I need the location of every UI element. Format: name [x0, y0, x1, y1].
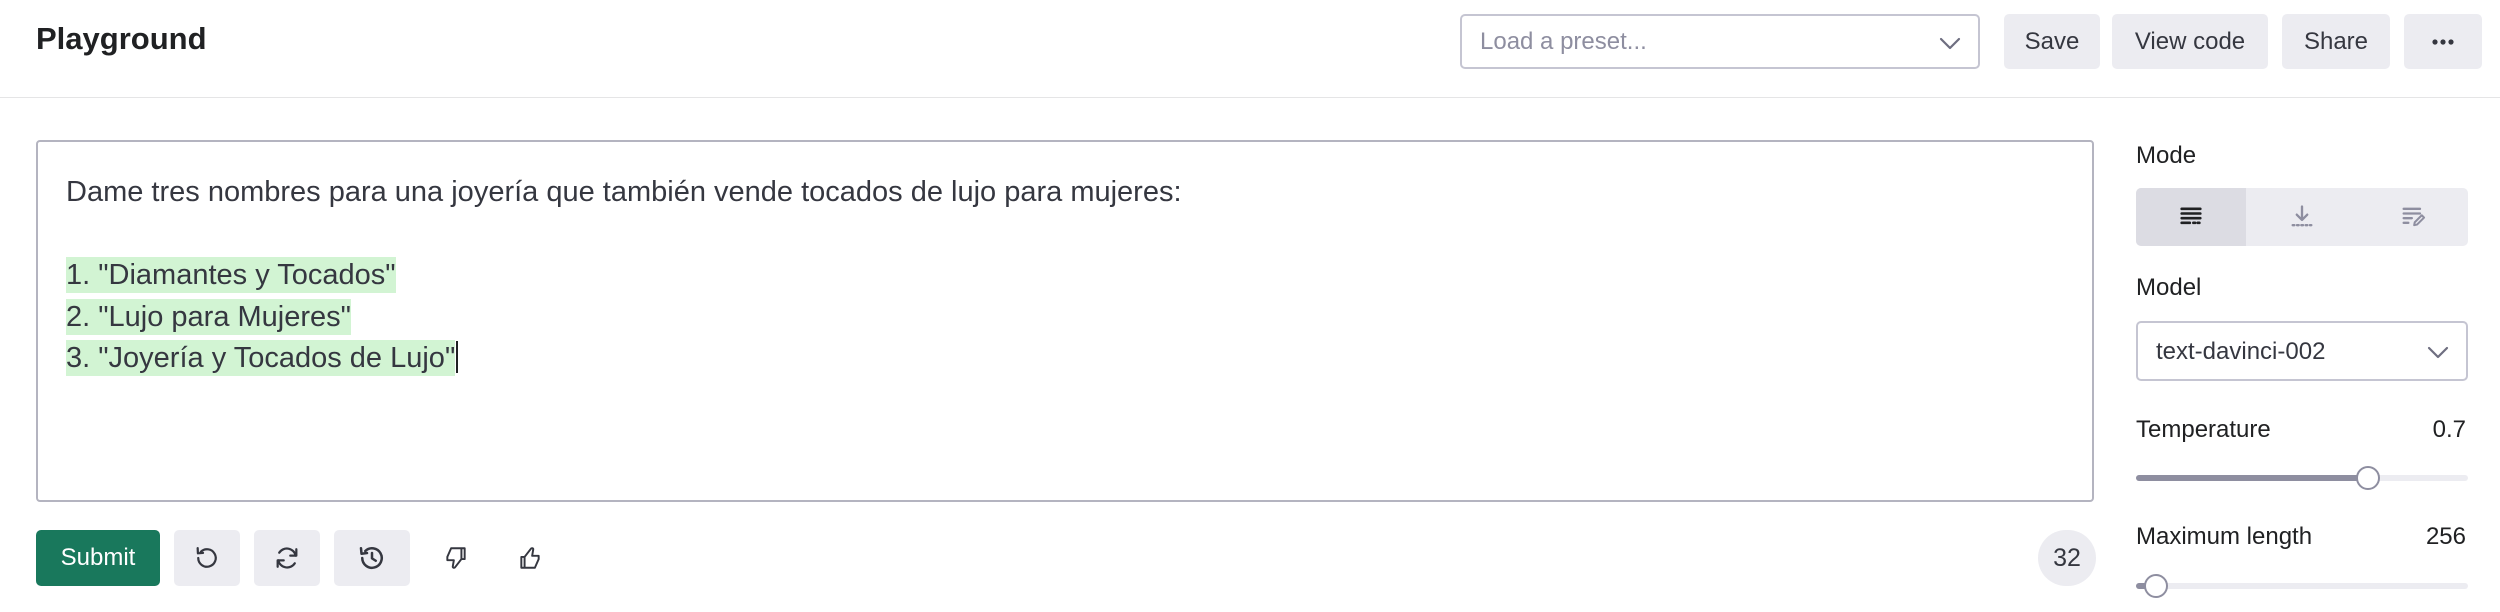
edit-mode-button[interactable] [2358, 188, 2468, 246]
temperature-slider-thumb[interactable] [2356, 466, 2381, 490]
preset-select[interactable]: Load a preset... [1460, 14, 1980, 69]
top-bar: Playground Load a preset... Save View co… [0, 0, 2500, 98]
more-options-button[interactable] [2404, 14, 2482, 69]
maximum-length-slider[interactable] [2136, 574, 2468, 598]
editor-content[interactable]: Dame tres nombres para una joyería que t… [66, 172, 1182, 380]
completion-line: 1. "Diamantes y Tocados" [66, 255, 1182, 297]
submit-button[interactable]: Submit [36, 530, 160, 586]
temperature-label: Temperature [2136, 416, 2271, 443]
undo-icon [196, 546, 217, 568]
complete-mode-icon [2180, 207, 2202, 225]
temperature-value[interactable]: 0.7 [2433, 415, 2466, 445]
model-label: Model [2136, 274, 2202, 301]
text-caret [456, 341, 459, 373]
thumbs-up-icon [520, 547, 540, 569]
completion-text: 2. "Lujo para Mujeres" [66, 298, 351, 335]
completion-line: 3. "Joyería y Tocados de Lujo" [66, 338, 1182, 380]
regenerate-icon [276, 547, 298, 569]
chevron-down-icon [1939, 37, 1961, 50]
complete-mode-button[interactable] [2136, 188, 2246, 246]
ellipsis-icon [2432, 39, 2454, 45]
model-value: text-davinci-002 [2156, 338, 2326, 365]
regenerate-button[interactable] [254, 530, 320, 586]
model-select[interactable]: text-davinci-002 [2136, 321, 2468, 381]
edit-mode-icon [2402, 207, 2426, 227]
chevron-down-icon [2427, 346, 2449, 359]
prompt-line: Dame tres nombres para una joyería que t… [66, 176, 1182, 208]
thumbs-down-button[interactable] [428, 530, 484, 586]
insert-mode-icon [2291, 205, 2313, 227]
undo-button[interactable] [174, 530, 240, 586]
prompt-editor[interactable]: Dame tres nombres para una joyería que t… [36, 140, 2094, 502]
preset-placeholder: Load a preset... [1480, 28, 1647, 55]
maximum-length-slider-thumb[interactable] [2143, 574, 2168, 598]
save-button[interactable]: Save [2004, 14, 2100, 69]
token-count: 32 [2038, 530, 2096, 586]
mode-label: Mode [2136, 142, 2197, 169]
share-button[interactable]: Share [2282, 14, 2390, 69]
temperature-slider[interactable] [2136, 466, 2468, 490]
insert-mode-button[interactable] [2247, 188, 2357, 246]
maximum-length-value[interactable]: 256 [2426, 522, 2466, 552]
maximum-length-label: Maximum length [2136, 523, 2313, 550]
history-icon [359, 547, 383, 570]
thumbs-up-button[interactable] [502, 530, 558, 586]
temperature-slider-fill [2136, 475, 2369, 481]
history-button[interactable] [334, 530, 410, 586]
completion-text: 3. "Joyería y Tocados de Lujo" [66, 340, 456, 376]
view-code-button[interactable]: View code [2112, 14, 2268, 69]
page-title: Playground [36, 21, 207, 56]
mode-selector[interactable] [2136, 188, 2468, 246]
thumbs-down-icon [446, 547, 466, 569]
completion-text: 1. "Diamantes y Tocados" [66, 257, 396, 293]
completion-line: 2. "Lujo para Mujeres" [66, 297, 1182, 339]
